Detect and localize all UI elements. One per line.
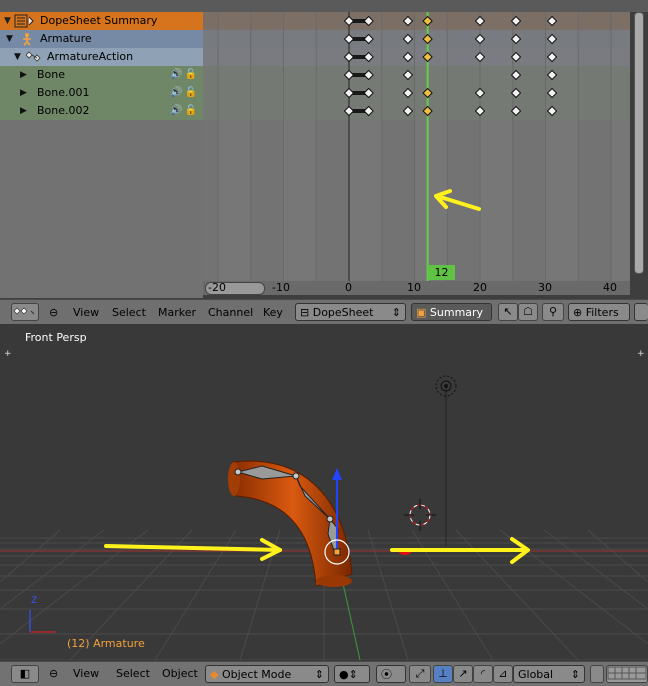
pivot-dropdown[interactable]: ⦿ <box>376 665 406 683</box>
mode-dropdown[interactable]: ⊟ DopeSheet ⇕ <box>295 303 406 321</box>
search-button[interactable]: ⚲ <box>542 303 564 321</box>
object-mode-dropdown[interactable]: ◆ Object Mode ⇕ <box>205 665 329 683</box>
pivot-icon: ⦿ <box>381 668 392 681</box>
dopesheet-header: ⊖ View Select Marker Channel Key ⊟ DopeS… <box>0 299 648 325</box>
mode-label: DopeSheet <box>312 306 374 319</box>
show-hidden-button[interactable]: ☖ <box>518 303 538 321</box>
3d-viewport[interactable]: Front Persp Z (12) Armature + + <box>0 324 648 660</box>
viewport-header: ◧ ⊖ View Select Object ◆ Object Mode ⇕ ●… <box>0 661 648 686</box>
summary-toggle[interactable]: ▣ Summary <box>411 303 492 321</box>
collapse-icon[interactable]: ⊖ <box>49 306 58 319</box>
search-icon: ⚲ <box>548 305 558 318</box>
rotate-icon: ↗ <box>458 667 468 680</box>
menu-view[interactable]: View <box>73 667 99 680</box>
collapse-icon[interactable]: ⊖ <box>49 667 58 680</box>
orient-icon: ⊿ <box>498 667 508 680</box>
scale-button[interactable]: ◜ <box>473 665 493 683</box>
object-info-label: (12) Armature <box>67 637 145 650</box>
menu-key[interactable]: Key <box>263 306 283 319</box>
view-label: Front Persp <box>25 331 87 344</box>
filters-button[interactable]: ⊕ Filters <box>568 303 630 321</box>
axis-z-label: Z <box>31 596 38 606</box>
cursor-arrow-icon: ↖ <box>503 305 513 318</box>
shading-dropdown[interactable]: ●⇕ <box>334 665 370 683</box>
only-selected-button[interactable]: ↖ <box>498 303 518 321</box>
plus-icon: ⊕ <box>573 306 583 319</box>
rotate-button[interactable]: ↗ <box>453 665 473 683</box>
toolshelf-toggle-icon[interactable]: + <box>4 349 12 359</box>
menu-marker[interactable]: Marker <box>158 306 196 319</box>
layer-lock-button[interactable] <box>590 665 604 683</box>
translate-button[interactable]: ⊥ <box>433 665 453 683</box>
manipulator-icon: ⤢ <box>415 667 425 680</box>
object-mode-icon: ◆ <box>210 668 219 681</box>
ghost-icon: ☖ <box>523 305 533 318</box>
editor-type-button[interactable] <box>11 303 39 321</box>
cube-view-icon: ◧ <box>19 667 31 680</box>
dopesheet-annotation-overlay <box>434 189 481 211</box>
properties-toggle-icon[interactable]: + <box>637 349 645 359</box>
dopesheet-mode-icon: ⊟ <box>300 306 310 319</box>
menu-view[interactable]: View <box>73 306 99 319</box>
orientation-label: Global <box>518 668 554 681</box>
filters-label: Filters <box>585 306 619 319</box>
sphere-shading-icon: ● <box>339 668 349 681</box>
axis-gizmo <box>29 610 56 633</box>
updown-arrows-icon: ⇕ <box>314 668 324 681</box>
scale-icon: ◜ <box>480 667 486 680</box>
menu-select[interactable]: Select <box>116 667 150 680</box>
summary-label: Summary <box>429 306 484 319</box>
manipulator-toggle[interactable]: ⤢ <box>409 665 431 683</box>
transform-orient-button[interactable]: ⊿ <box>493 665 513 683</box>
menu-object[interactable]: Object <box>162 667 198 680</box>
orientation-dropdown[interactable]: Global ⇕ <box>513 665 585 683</box>
menu-channel[interactable]: Channel <box>208 306 253 319</box>
updown-arrows-icon: ⇕ <box>570 668 580 681</box>
translate-icon: ⊥ <box>438 667 448 680</box>
editor-type-button[interactable]: ◧ <box>11 665 39 683</box>
more-button[interactable] <box>634 303 648 321</box>
mode-label: Object Mode <box>221 668 292 681</box>
updown-arrows-icon: ⇕ <box>391 306 401 319</box>
menu-select[interactable]: Select <box>112 306 146 319</box>
summary-icon: ▣ <box>416 306 427 319</box>
3d-cursor-icon <box>404 499 436 531</box>
layers-grid[interactable] <box>606 665 648 683</box>
